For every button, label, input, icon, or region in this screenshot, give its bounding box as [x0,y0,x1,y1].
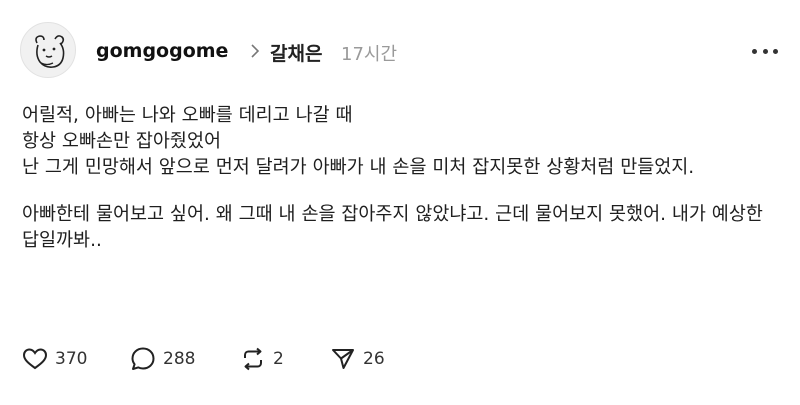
post-card: gomgogome 갈채은 17시간 어릴적, 아빠는 나와 오빠를 데리고 나… [0,0,800,405]
chevron-right-icon [248,43,262,59]
more-options-icon[interactable] [752,46,778,56]
post-paragraph: 어릴적, 아빠는 나와 오빠를 데리고 나갈 때 항상 오빠손만 잡아줬었어 난… [22,105,695,178]
like-button[interactable]: 370 [22,344,87,374]
post-time: 17시간 [341,44,398,65]
username[interactable]: gomgogome [96,40,228,62]
action-bar: 370 288 2 26 [22,344,542,374]
post-body: 어릴적, 아빠는 나와 오빠를 데리고 나갈 때 항상 오빠손만 잡아줬었어 난… [22,103,782,254]
avatar[interactable] [20,22,76,78]
heart-icon [22,348,48,370]
reply-count: 288 [163,349,196,369]
speech-bubble-icon [131,347,155,370]
reply-button[interactable]: 288 [130,344,195,374]
repost-arrows-icon [244,347,262,371]
share-button[interactable]: 26 [330,344,385,374]
repost-count: 2 [273,349,284,369]
like-count: 370 [55,349,88,369]
repost-button[interactable]: 2 [240,344,284,374]
share-count: 26 [363,349,385,369]
bear-sketch-icon [35,35,65,68]
more-dot-icon [752,48,757,54]
more-dot-icon [762,48,768,54]
post-paragraph: 아빠한테 물어보고 싶어. 왜 그때 내 손을 잡아주지 않았냐고. 근데 물어… [22,204,763,251]
more-dot-icon [773,48,778,54]
topic-tag[interactable]: 갈채은 [270,39,322,66]
post-header: gomgogome 갈채은 17시간 [0,20,800,82]
paper-plane-icon [332,349,354,369]
